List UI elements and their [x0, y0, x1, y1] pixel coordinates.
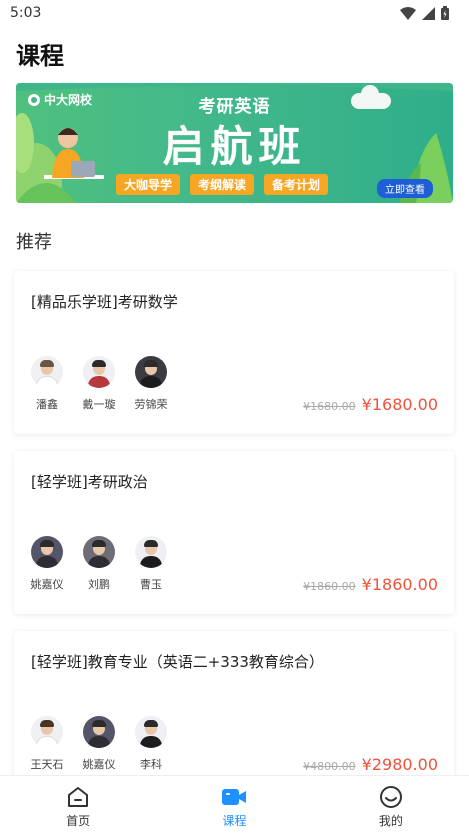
banner-tags: 大咖导学 考纲解读 备考计划: [116, 174, 329, 195]
section-title: 推荐: [16, 232, 52, 253]
tab-label: 我的: [378, 814, 403, 828]
avatar: [31, 716, 63, 748]
page-title: 课程: [16, 42, 64, 70]
teacher: 刘鹏: [81, 536, 117, 592]
course-card[interactable]: [轻学班]教育专业（英语二+333教育综合） 王天石 姚嘉仪 李科 ¥4800.…: [14, 631, 454, 794]
tab-home[interactable]: 首页: [0, 776, 156, 834]
teacher-name: 潘鑫: [36, 398, 58, 411]
avatar: [83, 536, 115, 568]
avatar: [31, 536, 63, 568]
signal-icon: [422, 6, 435, 20]
avatar: [31, 356, 63, 388]
tab-profile[interactable]: 我的: [313, 776, 469, 834]
teacher: 姚嘉仪: [29, 536, 65, 592]
teacher-name: 姚嘉仪: [82, 758, 116, 771]
teacher: 潘鑫: [29, 356, 65, 412]
teacher: 姚嘉仪: [81, 716, 117, 772]
course-title: [轻学班]考研政治: [31, 473, 148, 491]
teacher: 李科: [133, 716, 169, 772]
current-price: ¥1860.00: [361, 575, 438, 594]
status-bar: 5:03: [0, 0, 469, 26]
teacher: 戴一璇: [81, 356, 117, 412]
teacher-list: 姚嘉仪 刘鹏 曹玉: [29, 536, 169, 592]
price-group: ¥4800.00 ¥2980.00: [303, 755, 438, 774]
video-icon: [222, 789, 247, 805]
promo-banner[interactable]: 中大网校 考研英语 启航班 大咖导学 考纲解读 备考计划 立即查看: [16, 83, 453, 203]
teacher-list: 潘鑫 戴一璇 劳锦荣: [29, 356, 169, 412]
banner-cta-button[interactable]: 立即查看: [377, 179, 433, 198]
price-group: ¥1860.00 ¥1860.00: [303, 575, 438, 594]
current-price: ¥1680.00: [361, 395, 438, 414]
tab-label: 课程: [222, 814, 247, 828]
teacher-name: 戴一璇: [82, 398, 116, 411]
course-title: [精品乐学班]考研数学: [31, 293, 178, 311]
status-icons: [400, 6, 449, 20]
avatar: [135, 536, 167, 568]
teacher-name: 刘鹏: [88, 578, 110, 591]
avatar: [83, 716, 115, 748]
price-group: ¥1680.00 ¥1680.00: [303, 395, 438, 414]
teacher-name: 曹玉: [140, 578, 162, 591]
original-price: ¥1860.00: [303, 580, 356, 593]
teacher: 曹玉: [133, 536, 169, 592]
status-time: 5:03: [10, 5, 42, 21]
battery-icon: [441, 6, 449, 20]
tab-label: 首页: [66, 814, 91, 828]
home-icon: [68, 787, 89, 807]
teacher-name: 劳锦荣: [134, 398, 168, 411]
course-title: [轻学班]教育专业（英语二+333教育综合）: [31, 653, 324, 671]
teacher-name: 王天石: [30, 758, 64, 771]
teacher-name: 李科: [140, 758, 162, 771]
avatar: [83, 356, 115, 388]
tab-courses[interactable]: 课程: [156, 776, 312, 834]
bottom-tab-bar: 首页 课程 我的: [0, 775, 469, 834]
avatar: [135, 356, 167, 388]
banner-tag: 大咖导学: [116, 174, 181, 195]
course-card[interactable]: [精品乐学班]考研数学 潘鑫 戴一璇 劳锦荣 ¥1680.00 ¥1680.00: [14, 271, 454, 434]
current-price: ¥2980.00: [361, 755, 438, 774]
original-price: ¥4800.00: [303, 760, 356, 773]
teacher: 劳锦荣: [133, 356, 169, 412]
original-price: ¥1680.00: [303, 400, 356, 413]
teacher-name: 姚嘉仪: [30, 578, 64, 591]
wifi-icon: [400, 6, 416, 20]
banner-tag: 考纲解读: [190, 174, 255, 195]
avatar: [135, 716, 167, 748]
banner-title: 启航班: [162, 122, 307, 171]
smile-icon: [379, 786, 402, 808]
banner-tag: 备考计划: [264, 174, 329, 195]
teacher: 王天石: [29, 716, 65, 772]
course-card[interactable]: [轻学班]考研政治 姚嘉仪 刘鹏 曹玉 ¥1860.00 ¥1860.00: [14, 451, 454, 614]
teacher-list: 王天石 姚嘉仪 李科: [29, 716, 169, 772]
